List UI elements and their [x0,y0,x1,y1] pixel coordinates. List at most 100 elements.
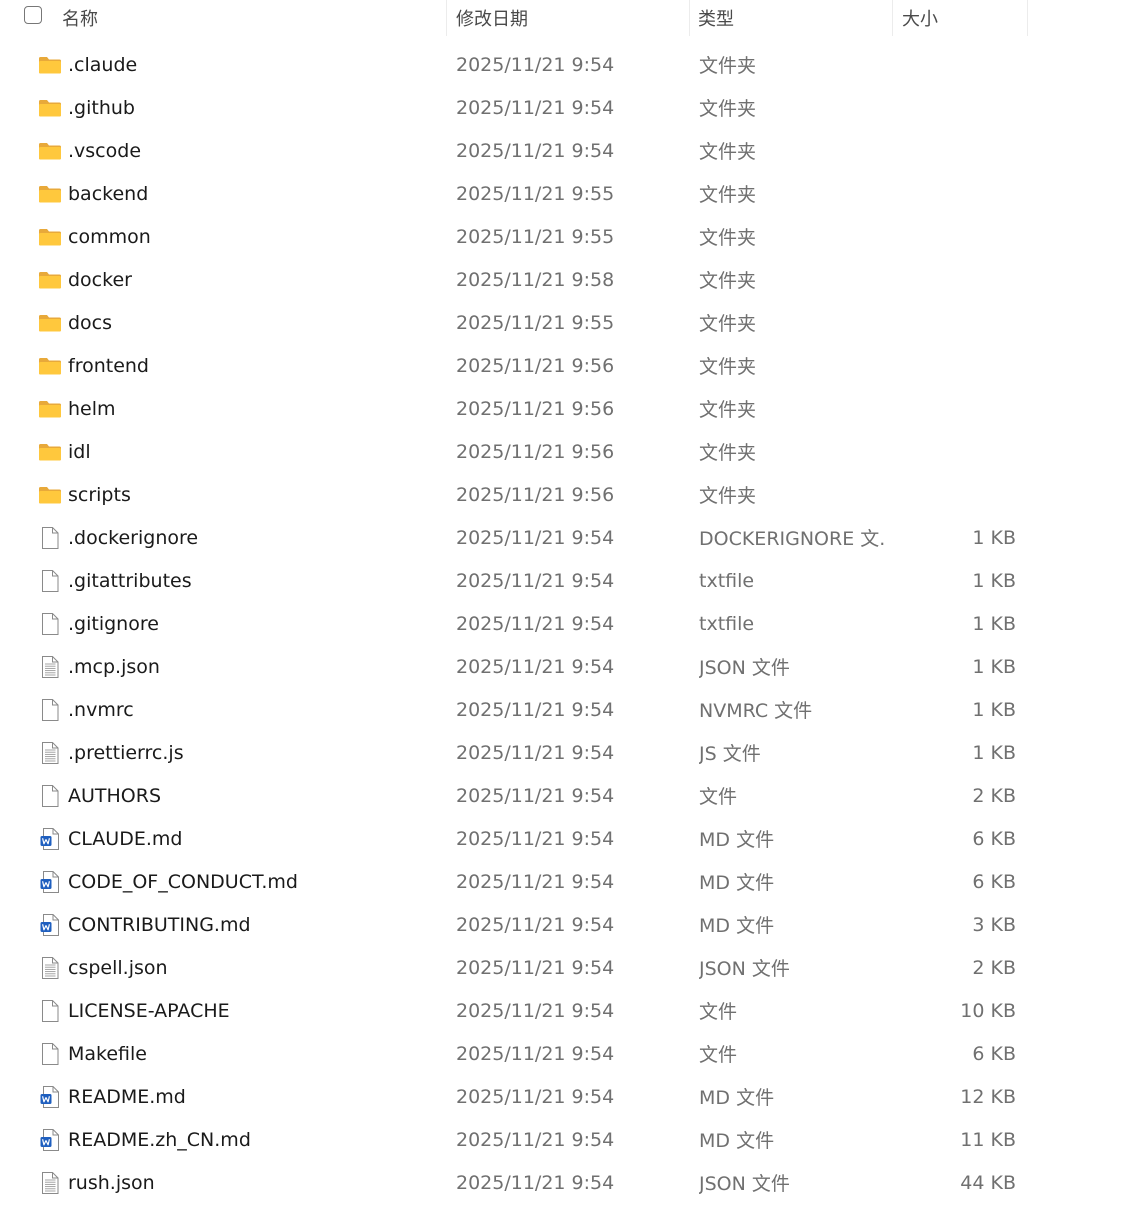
column-header-name[interactable]: 名称 [62,0,442,36]
column-divider[interactable] [446,0,447,36]
column-divider[interactable] [892,0,893,36]
file-size: 2 KB [972,956,1016,979]
column-header-date[interactable]: 修改日期 [456,0,686,36]
file-name: .mcp.json [68,655,160,678]
file-modified-date: 2025/11/21 9:54 [456,655,615,678]
column-divider[interactable] [1027,0,1028,36]
file-row[interactable]: .mcp.json 2025/11/21 9:54 JSON 文件 1 KB [0,645,1137,688]
select-all-checkbox[interactable] [24,6,42,24]
file-size: 10 KB [960,999,1016,1022]
file-row[interactable]: .dockerignore 2025/11/21 9:54 DOCKERIGNORE… [0,516,1137,559]
file-row[interactable]: frontend 2025/11/21 9:56 文件夹 [0,344,1137,387]
file-size [900,473,1016,516]
column-header-type-label: 类型 [698,9,734,30]
file-name: helm [68,397,116,420]
file-size: 1 KB [972,698,1016,721]
folder-icon [38,139,62,163]
file-type: 文件夹 [699,356,757,378]
file-row[interactable]: docs 2025/11/21 9:55 文件夹 [0,301,1137,344]
file-name: .gitattributes [68,569,192,592]
text-file-icon [38,655,62,679]
file-name: AUTHORS [68,784,162,807]
file-row[interactable]: .gitignore 2025/11/21 9:54 txtfile 1 KB [0,602,1137,645]
file-size [900,172,1016,215]
folder-icon [38,311,62,335]
file-size: 12 KB [960,1085,1016,1108]
file-modified-date: 2025/11/21 9:54 [456,1128,615,1151]
file-type: 文件 [699,1001,738,1023]
file-name: CONTRIBUTING.md [68,913,251,936]
file-name: .prettierrc.js [68,741,184,764]
file-row[interactable]: .claude 2025/11/21 9:54 文件夹 [0,43,1137,86]
column-header-size-label: 大小 [902,9,938,30]
file-size: 1 KB [972,569,1016,592]
folder-icon [38,354,62,378]
file-row[interactable]: .prettierrc.js 2025/11/21 9:54 JS 文件 1 KB [0,731,1137,774]
file-name: cspell.json [68,956,168,979]
file-row[interactable]: docker 2025/11/21 9:58 文件夹 [0,258,1137,301]
file-size [900,258,1016,301]
file-row[interactable]: common 2025/11/21 9:55 文件夹 [0,215,1137,258]
column-header-name-label: 名称 [62,9,98,30]
file-type: MD 文件 [699,1087,775,1109]
file-type: DOCKERIGNORE 文... [699,528,884,550]
file-modified-date: 2025/11/21 9:54 [456,1085,615,1108]
file-size: 3 KB [972,913,1016,936]
file-row[interactable]: .nvmrc 2025/11/21 9:54 NVMRC 文件 1 KB [0,688,1137,731]
file-row[interactable]: LICENSE-APACHE 2025/11/21 9:54 文件 10 KB [0,989,1137,1032]
file-type: 文件 [699,786,738,808]
file-row[interactable]: .github 2025/11/21 9:54 文件夹 [0,86,1137,129]
file-row[interactable]: README.md 2025/11/21 9:54 MD 文件 12 KB [0,1075,1137,1118]
file-row[interactable]: AUTHORS 2025/11/21 9:54 文件 2 KB [0,774,1137,817]
file-name: .gitignore [68,612,159,635]
file-row[interactable]: helm 2025/11/21 9:56 文件夹 [0,387,1137,430]
column-header-size[interactable]: 大小 [902,0,1022,36]
file-row[interactable]: .gitattributes 2025/11/21 9:54 txtfile 1 KB [0,559,1137,602]
file-type: MD 文件 [699,915,775,937]
blank-file-icon [38,1042,62,1066]
word-file-icon [38,1128,62,1152]
file-row[interactable]: Makefile 2025/11/21 9:54 文件 6 KB [0,1032,1137,1075]
file-modified-date: 2025/11/21 9:54 [456,999,615,1022]
file-size [900,387,1016,430]
file-name: docker [68,268,132,291]
file-name: CODE_OF_CONDUCT.md [68,870,298,893]
file-modified-date: 2025/11/21 9:54 [456,612,615,635]
file-modified-date: 2025/11/21 9:56 [456,397,615,420]
column-divider[interactable] [689,0,690,36]
file-row[interactable]: scripts 2025/11/21 9:56 文件夹 [0,473,1137,516]
file-size: 2 KB [972,784,1016,807]
file-row[interactable]: .vscode 2025/11/21 9:54 文件夹 [0,129,1137,172]
file-size: 11 KB [960,1128,1016,1151]
column-header-bar: 名称 修改日期 类型 大小 [0,0,1137,36]
file-row[interactable]: CODE_OF_CONDUCT.md 2025/11/21 9:54 MD 文件 6 … [0,860,1137,903]
file-row[interactable]: cspell.json 2025/11/21 9:54 JSON 文件 2 KB [0,946,1137,989]
folder-icon [38,397,62,421]
file-size [900,215,1016,258]
file-modified-date: 2025/11/21 9:54 [456,741,615,764]
file-type: 文件夹 [699,399,757,421]
word-file-icon [38,1085,62,1109]
file-row[interactable]: CLAUDE.md 2025/11/21 9:54 MD 文件 6 KB [0,817,1137,860]
file-row[interactable]: CONTRIBUTING.md 2025/11/21 9:54 MD 文件 3 KB [0,903,1137,946]
word-file-icon [38,827,62,851]
file-modified-date: 2025/11/21 9:54 [456,784,615,807]
file-modified-date: 2025/11/21 9:56 [456,440,615,463]
file-name: frontend [68,354,149,377]
file-name: common [68,225,151,248]
file-type: 文件 [699,1044,738,1066]
column-header-type[interactable]: 类型 [698,0,888,36]
file-name: .dockerignore [68,526,199,549]
file-name: .vscode [68,139,142,162]
file-type: 文件夹 [699,270,757,292]
file-size: 44 KB [960,1171,1016,1194]
file-type: NVMRC 文件 [699,700,813,722]
file-modified-date: 2025/11/21 9:55 [456,225,615,248]
file-row[interactable]: README.zh_CN.md 2025/11/21 9:54 MD 文件 11 KB [0,1118,1137,1161]
file-modified-date: 2025/11/21 9:56 [456,354,615,377]
file-row[interactable]: idl 2025/11/21 9:56 文件夹 [0,430,1137,473]
file-type: 文件夹 [699,98,757,120]
file-row[interactable]: backend 2025/11/21 9:55 文件夹 [0,172,1137,215]
folder-icon [38,483,62,507]
file-row[interactable]: rush.json 2025/11/21 9:54 JSON 文件 44 KB [0,1161,1137,1204]
